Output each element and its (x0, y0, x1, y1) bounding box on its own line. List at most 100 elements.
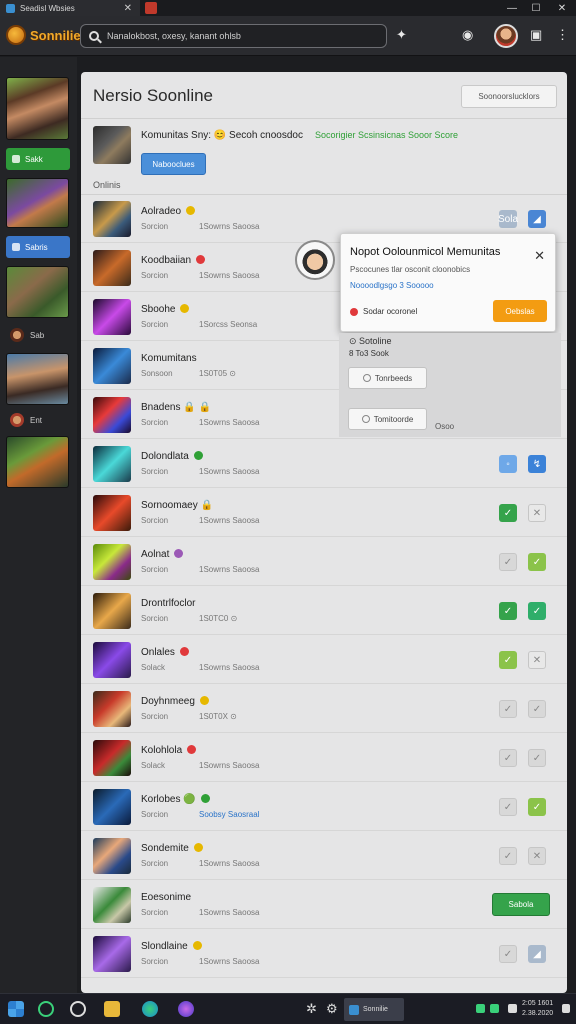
section-label: Onlinis (93, 180, 121, 190)
cortana-icon[interactable] (70, 1001, 86, 1017)
tray-icon[interactable] (476, 1004, 485, 1013)
settings-icon[interactable]: ✲ (306, 1001, 322, 1017)
taskbar-app-button[interactable]: Sonnilie (344, 998, 404, 1021)
network-icon[interactable] (508, 1004, 517, 1013)
friend-status: Sorcion (141, 908, 169, 917)
accept-checkbox[interactable]: ✓ (499, 847, 517, 865)
pin-icon[interactable]: ✦ (396, 27, 407, 43)
browser-icon[interactable] (142, 1001, 158, 1017)
game-avatar (93, 936, 131, 972)
subpanel-button-1[interactable]: Tonrbeeds (348, 367, 427, 389)
confirm-checkbox[interactable]: ◢ (528, 210, 546, 228)
friend-name: Korlobes 🟢 (141, 794, 210, 805)
maximize-button[interactable]: ☐ (524, 0, 548, 16)
confirm-checkbox[interactable]: ✕ (528, 847, 546, 865)
tab-close-icon[interactable]: ✕ (124, 3, 132, 14)
list-item[interactable]: Onlales Solack 1Sowrns Saoosa ✓ ✕ (81, 636, 567, 684)
status-badge (199, 696, 209, 705)
rail-button-1[interactable]: Sakk (6, 148, 70, 170)
rail-thumbnail-4[interactable] (6, 353, 69, 405)
status-subpanel: ⊙ Sotoline 8 To3 Sook Tonrbeeds Tomitoor… (339, 333, 561, 437)
tray-icon[interactable] (490, 1004, 499, 1013)
list-item[interactable]: Slondlaine Sorcion 1Sowrns Saoosa ✓ ◢ (81, 930, 567, 978)
confirm-checkbox[interactable]: ✕ (528, 651, 546, 669)
confirm-checkbox[interactable]: ✓ (528, 798, 546, 816)
friend-status: Solack (141, 761, 166, 770)
close-icon[interactable]: ✕ (534, 248, 545, 264)
game-avatar (93, 495, 131, 531)
friend-status: Sorcion (141, 467, 169, 476)
rail-thumbnail-2[interactable] (6, 178, 69, 228)
accept-checkbox[interactable]: ✓ (499, 700, 517, 718)
accept-checkbox[interactable]: ◦ (499, 455, 517, 473)
search-input[interactable] (107, 31, 367, 41)
game-avatar (93, 789, 131, 825)
search-bar[interactable] (80, 24, 387, 48)
header-button[interactable]: Soonoorslucklors (461, 85, 557, 108)
rail-small-item-2[interactable]: Ent (10, 413, 42, 427)
confirm-checkbox[interactable]: ✓ (528, 553, 546, 571)
status-badge (196, 255, 206, 264)
friend-status: Sorcion (141, 614, 169, 623)
accept-checkbox[interactable]: Sola (498, 210, 518, 228)
gear-icon (361, 415, 370, 423)
confirm-checkbox[interactable]: ✓ (528, 602, 546, 620)
user-avatar[interactable] (494, 24, 518, 48)
community-button[interactable]: Nabooclues (141, 153, 206, 175)
list-item[interactable]: Doyhnmeeg Sorcion 1S0T0X ⊙ ✓ ✓ (81, 685, 567, 733)
subpanel-title: ⊙ Sotoline (349, 336, 392, 346)
clock[interactable]: 2:05 1601 2.38.2020 (522, 999, 553, 1019)
browser-tab[interactable]: Seadisl Wbsies ✕ (0, 0, 140, 16)
subpanel-button-2[interactable]: Tomitoorde (348, 408, 427, 430)
list-item[interactable]: Dolondlata Sorcion 1Sowrns Saoosa ◦ ↯ (81, 440, 567, 488)
list-item[interactable]: Sornoomaey 🔒 Sorcion 1Sowrns Saoosa ✓ ✕ (81, 489, 567, 537)
accept-checkbox[interactable]: ✓ (499, 602, 517, 620)
accept-checkbox[interactable]: ✓ (499, 504, 517, 522)
tab-favicon-icon (6, 3, 15, 13)
confirm-checkbox[interactable]: ◢ (528, 945, 546, 963)
status-badge (200, 794, 210, 803)
list-item[interactable]: Sondemite Sorcion 1Sowrns Saoosa ✓ ✕ (81, 832, 567, 880)
rail-thumbnail-5[interactable] (6, 436, 69, 488)
accept-checkbox[interactable]: ✓ (499, 749, 517, 767)
notifications-icon[interactable]: ◉ (462, 27, 473, 43)
app-icon[interactable] (178, 1001, 194, 1017)
app-logo[interactable]: Sonnilie (6, 25, 81, 45)
minimize-button[interactable]: — (500, 0, 524, 16)
confirm-checkbox[interactable]: ✕ (528, 504, 546, 522)
join-button[interactable]: Sabola (492, 893, 550, 916)
rail-small-item-1[interactable]: Sab (10, 328, 44, 342)
rail-thumbnail-3[interactable] (6, 266, 69, 318)
chat-icon[interactable]: ▣ (530, 27, 542, 43)
popup-action-button[interactable]: Oebslas (493, 300, 547, 322)
confirm-checkbox[interactable]: ↯ (528, 455, 546, 473)
close-button[interactable]: ✕ (550, 0, 574, 16)
folder-icon[interactable] (104, 1001, 120, 1017)
subpanel-count: 8 To3 Sook (349, 349, 389, 358)
accept-checkbox[interactable]: ✓ (499, 945, 517, 963)
rail-thumbnail-1[interactable] (6, 77, 69, 140)
friend-status: Sorcion (141, 418, 169, 427)
list-item[interactable]: Aolnat Sorcion 1Sowrns Saoosa ✓ ✓ (81, 538, 567, 586)
accept-checkbox[interactable]: ✓ (499, 651, 517, 669)
game-avatar (93, 299, 131, 335)
notification-center-icon[interactable] (562, 1004, 570, 1013)
rail-button-2[interactable]: Sabris (6, 236, 70, 258)
second-tab-icon[interactable] (145, 2, 157, 14)
list-item[interactable]: Eoesonime Sorcion 1Sowrns Saoosa Sabola (81, 881, 567, 929)
community-image (93, 126, 131, 164)
start-icon[interactable] (8, 1001, 24, 1017)
confirm-checkbox[interactable]: ✓ (528, 749, 546, 767)
list-item[interactable]: Kolohlola Solack 1Sowrns Saoosa ✓ ✓ (81, 734, 567, 782)
gear-icon[interactable]: ⚙ (326, 1001, 342, 1017)
status-badge (192, 941, 202, 950)
search-icon[interactable] (38, 1001, 54, 1017)
more-icon[interactable]: ⋮ (556, 27, 569, 43)
list-item[interactable]: Korlobes 🟢 Sorcion Soobsy Saosraal ✓ ✓ (81, 783, 567, 831)
accept-checkbox[interactable]: ✓ (499, 798, 517, 816)
accept-checkbox[interactable]: ✓ (499, 553, 517, 571)
list-item[interactable]: Drontrlfoclor Sorcion 1S0TC0 ⊙ ✓ ✓ (81, 587, 567, 635)
search-icon (89, 31, 99, 41)
popup-link[interactable]: Noooodlgsgo 3 Sooooo (350, 281, 434, 290)
confirm-checkbox[interactable]: ✓ (528, 700, 546, 718)
